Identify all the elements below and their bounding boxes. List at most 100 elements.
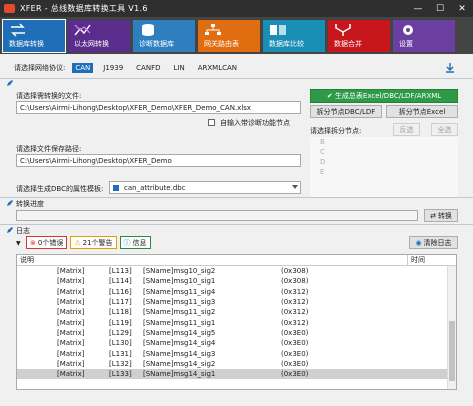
tile-database-convert[interactable]: 数据库转换 [2, 19, 66, 53]
generate-all-button[interactable]: ✔ 生成总表Excel/DBC/LDF/ARXML [310, 89, 458, 103]
table-cell: [L113] [109, 267, 132, 276]
window-title: XFER - 总线数据库转换工具 V1.6 [20, 4, 148, 13]
table-cell: (0x312) [281, 298, 309, 307]
table-row[interactable]: [Matrix] [L133] [SName]msg14_sig1 (0x3E0) [17, 368, 456, 380]
list-item[interactable]: D [310, 157, 458, 167]
compare-icon [270, 25, 286, 35]
collapse-triangle-icon[interactable]: ▼ [16, 240, 21, 247]
table-cell: [Matrix] [57, 287, 85, 296]
window-controls: — ☐ ✕ [407, 0, 473, 17]
tile-label: 数据库比较 [269, 40, 304, 48]
tile-label: 网关路由表 [204, 40, 239, 48]
errors-tab[interactable]: ⊗ 0个错误 [26, 236, 68, 249]
split-excel-button[interactable]: 拆分节点Excel [386, 105, 458, 118]
template-select[interactable]: can_attribute.dbc [109, 181, 301, 194]
source-file-input[interactable]: C:\Users\Airmi-Lihong\Desktop\XFER_Demo\… [16, 101, 301, 114]
table-cell: [L118] [109, 308, 132, 317]
gear-icon [403, 25, 413, 35]
table-cell: [Matrix] [57, 308, 85, 317]
protocol-option-lin[interactable]: LIN [171, 63, 188, 73]
log-table-header: 说明 时间 [17, 255, 456, 266]
log-label: 日志 [16, 227, 30, 235]
pencil-icon [7, 227, 13, 233]
tile-diagnostic-database[interactable]: 诊断数据库 [133, 20, 195, 52]
table-cell: [SName]msg14_sig1 [143, 370, 216, 379]
convert-label: 转换 [437, 211, 452, 220]
info-tab[interactable]: ⓘ 信息 [119, 236, 151, 249]
protocol-selector: 请选择网络协议: CAN J1939 CANFD LIN ARXMLCAN [14, 63, 240, 73]
table-cell: [SName]msg11_sig2 [143, 308, 216, 317]
list-item[interactable]: B [310, 137, 458, 147]
table-cell: [Matrix] [57, 349, 85, 358]
table-cell: (0x3E0) [281, 349, 309, 358]
table-cell: [Matrix] [57, 328, 85, 337]
table-cell: [SName]msg14_sig3 [143, 349, 216, 358]
list-item[interactable]: E [310, 167, 458, 177]
table-cell: (0x3E0) [281, 370, 309, 379]
merge-icon [335, 24, 351, 36]
tile-label: 诊断数据库 [139, 40, 174, 48]
clear-icon: ◉ [415, 238, 422, 247]
download-icon[interactable] [444, 62, 456, 74]
table-cell: [SName]msg10_sig2 [143, 267, 216, 276]
tile-ethernet-convert[interactable]: 以太网转换 [68, 20, 130, 52]
progress-bar [16, 210, 418, 221]
save-path-input[interactable]: C:\Users\Airmi-Lihong\Desktop\XFER_Demo [16, 154, 301, 167]
tile-label: 以太网转换 [74, 40, 109, 48]
minimize-button[interactable]: — [407, 0, 429, 17]
table-cell: [L117] [109, 298, 132, 307]
table-row[interactable]: [Matrix] [L129] [SName]msg14_sig5 (0x3E0) [17, 328, 456, 338]
tile-database-compare[interactable]: 数据库比较 [263, 20, 325, 52]
protocol-option-canfd[interactable]: CANFD [133, 63, 163, 73]
pencil-icon [7, 200, 13, 206]
tile-label: 数据库转换 [9, 40, 44, 48]
protocol-option-can[interactable]: CAN [72, 63, 94, 73]
app-logo-icon [4, 4, 15, 13]
pencil-icon [7, 80, 13, 86]
table-cell: [Matrix] [57, 298, 85, 307]
table-cell: (0x312) [281, 287, 309, 296]
table-row[interactable]: [Matrix] [L132] [SName]msg14_sig2 (0x3E0) [17, 359, 456, 369]
close-button[interactable]: ✕ [451, 0, 473, 17]
section-divider [0, 78, 473, 79]
table-row[interactable]: [Matrix] [L119] [SName]msg11_sig1 (0x312) [17, 317, 456, 327]
scrollbar-thumb[interactable] [449, 321, 455, 381]
table-row[interactable]: [Matrix] [L117] [SName]msg11_sig3 (0x312) [17, 297, 456, 307]
protocol-option-arxmlcan[interactable]: ARXMLCAN [195, 63, 240, 73]
tile-settings[interactable]: 设置 [393, 20, 455, 52]
maximize-button[interactable]: ☐ [429, 0, 451, 17]
table-row[interactable]: [Matrix] [L118] [SName]msg11_sig2 (0x312) [17, 307, 456, 317]
log-scrollbar[interactable] [447, 266, 456, 389]
diagnostic-node-label: 自输入带诊断功能节点 [220, 119, 290, 127]
section-divider [0, 224, 473, 225]
protocol-option-j1939[interactable]: J1939 [100, 63, 126, 73]
table-cell: [L116] [109, 287, 132, 296]
table-cell: (0x308) [281, 277, 309, 286]
split-dbc-button[interactable]: 拆分节点DBC/LDF [310, 105, 382, 118]
split-nodes-label: 请选择拆分节点: [310, 127, 362, 135]
template-label: 请选择生成DBC的属性模板: [16, 185, 104, 193]
section-divider [0, 197, 473, 198]
tile-label: 设置 [399, 40, 413, 48]
title-bar: XFER - 总线数据库转换工具 V1.6 — ☐ ✕ [0, 0, 473, 17]
tile-data-merge[interactable]: 数据合并 [328, 20, 390, 52]
log-filter-tabs: ⊗ 0个错误 ⚠ 21个警告 ⓘ 信息 [26, 236, 151, 249]
convert-button[interactable]: ⇄ 转换 [424, 209, 458, 222]
table-cell: [SName]msg14_sig2 [143, 359, 216, 368]
table-cell: [Matrix] [57, 370, 85, 379]
warnings-tab[interactable]: ⚠ 21个警告 [70, 236, 117, 249]
table-row[interactable]: [Matrix] [L130] [SName]msg14_sig4 (0x3E0) [17, 338, 456, 348]
list-item[interactable]: C [310, 147, 458, 157]
table-row[interactable]: [Matrix] [L131] [SName]msg14_sig3 (0x3E0) [17, 348, 456, 358]
invert-selection-button[interactable]: 反选 [393, 123, 420, 136]
select-all-button[interactable]: 全选 [431, 123, 458, 136]
table-row[interactable]: [Matrix] [L114] [SName]msg10_sig1 (0x308) [17, 276, 456, 286]
table-row[interactable]: [Matrix] [L113] [SName]msg10_sig2 (0x308) [17, 266, 456, 276]
progress-label: 转换进度 [16, 200, 44, 208]
chart-icon [74, 24, 91, 36]
chevron-down-icon [292, 185, 298, 189]
diagnostic-node-checkbox[interactable] [208, 119, 215, 126]
table-row[interactable]: [Matrix] [L116] [SName]msg11_sig4 (0x312) [17, 287, 456, 297]
tile-gateway-routing[interactable]: 网关路由表 [198, 20, 260, 52]
clear-log-button[interactable]: ◉ 清除日志 [409, 236, 458, 249]
